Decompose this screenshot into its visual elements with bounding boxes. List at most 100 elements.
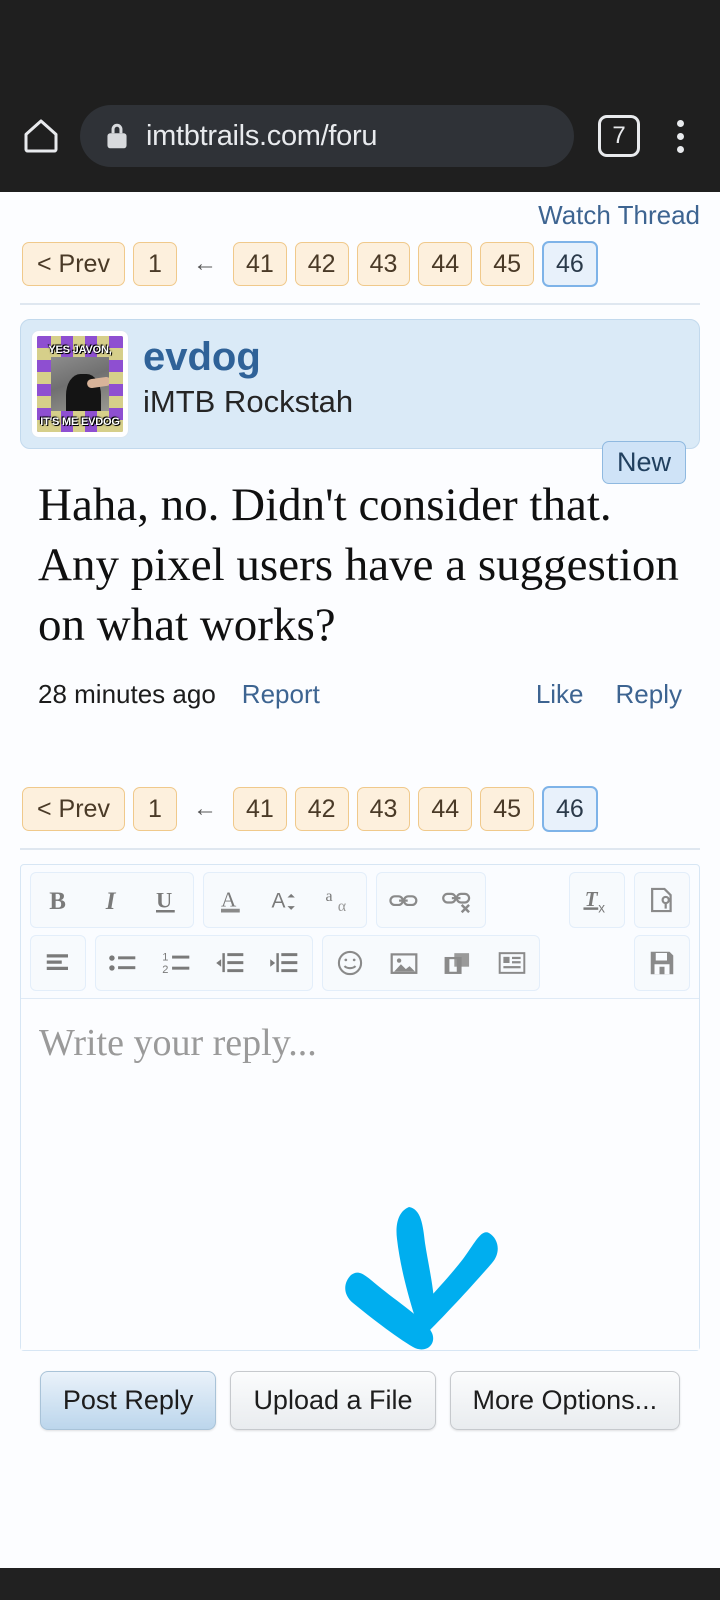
more-options-button[interactable]: More Options... [449,1371,681,1431]
reply-link[interactable]: Reply [616,679,682,710]
pagination-page-44-bottom[interactable]: 44 [418,787,473,832]
post-timestamp: 28 minutes ago [38,679,216,710]
post-header: YES JAVON, IT'S ME EVDOG evdog iMTB Rock… [20,319,700,449]
svg-text:A: A [271,890,285,913]
pagination-top: < Prev 1 ← 41 42 43 44 45 46 [20,235,700,297]
svg-text:U: U [156,888,172,913]
svg-text:A: A [221,888,237,912]
reply-textarea[interactable]: Write your reply... [21,998,699,1351]
pagination-page-43[interactable]: 43 [356,242,411,286]
post-author-title: iMTB Rockstah [143,384,354,419]
post-reply-button[interactable]: Post Reply [39,1371,217,1431]
like-link[interactable]: Like [536,679,584,710]
editor-toolbar-row-1: B I U A A aα T x [21,865,699,935]
svg-text:B: B [49,888,66,915]
watch-thread-link[interactable]: Watch Thread [538,200,700,230]
pagination-gap-arrow-icon: ← [192,250,217,277]
align-left-icon[interactable] [31,936,85,990]
upload-file-button[interactable]: Upload a File [230,1371,436,1431]
unlink-icon[interactable] [431,873,485,927]
italic-icon[interactable]: I [85,873,139,927]
forum-page: Watch Thread < Prev 1 ← 41 42 43 44 45 4… [0,192,720,1568]
toolbar-group-font: A A aα [203,872,367,929]
svg-text:a: a [325,889,332,906]
divider-top [20,303,700,305]
pagination-page-46-current[interactable]: 46 [542,241,598,287]
post-actions: Like Reply [536,679,682,710]
insert-quote-icon[interactable] [485,936,539,990]
source-tools-icon[interactable] [635,873,689,927]
numbered-list-icon[interactable]: 1 2 [150,936,204,990]
svg-text:α: α [338,899,347,916]
post-author-info: evdog iMTB Rockstah [143,330,353,422]
report-link[interactable]: Report [242,679,320,710]
pagination-page-43-bottom[interactable]: 43 [356,787,411,832]
bold-icon[interactable]: B [31,873,85,927]
post-author-username[interactable]: evdog [143,334,353,380]
pagination-page-44[interactable]: 44 [418,242,473,286]
font-size-icon[interactable]: A [258,873,312,927]
pagination-page-41-bottom[interactable]: 41 [232,787,287,832]
text-color-icon[interactable]: A [204,873,258,927]
system-navigation-bar [0,1568,720,1600]
toolbar-group-source [634,872,690,929]
pagination-page-1-bottom[interactable]: 1 [132,787,177,832]
link-icon[interactable] [377,873,431,927]
toolbar-group-text-style: B I U [30,872,194,929]
home-icon[interactable] [18,113,64,159]
pagination-page-45[interactable]: 45 [480,242,535,286]
editor-toolbar-row-2: 1 2 [21,935,699,998]
pagination-page-1[interactable]: 1 [132,242,177,286]
pagination-bottom: < Prev 1 ← 41 42 43 44 45 46 [20,780,700,842]
indent-icon[interactable] [258,936,312,990]
toolbar-group-save [634,935,690,992]
avatar[interactable]: YES JAVON, IT'S ME EVDOG [31,330,129,438]
svg-text:2: 2 [162,964,168,976]
post-bottom-spacer [20,710,700,780]
reply-placeholder-text: Write your reply... [39,1022,317,1065]
pagination-page-46-current-bottom[interactable]: 46 [542,786,598,833]
forum-post: YES JAVON, IT'S ME EVDOG evdog iMTB Rock… [20,319,700,710]
status-badge: New [601,441,686,484]
url-bar[interactable]: imtbtrails.com/foru [80,105,574,167]
browser-chrome: imtbtrails.com/foru 7 [0,0,720,192]
tab-counter-button[interactable]: 7 [598,115,640,157]
post-body-text: Haha, no. Didn't consider that. Any pixe… [38,479,679,652]
pagination-gap-arrow-icon-bottom: ← [192,795,217,823]
svg-text:1: 1 [162,952,168,964]
pagination-page-42-bottom[interactable]: 42 [294,787,349,832]
toolbar-group-link [376,872,486,929]
pagination-prev-button[interactable]: < Prev [22,242,125,286]
toolbar-group-lists: 1 2 [95,935,313,992]
bullet-list-icon[interactable] [96,936,150,990]
svg-text:I: I [105,888,117,915]
pagination-prev-button-bottom[interactable]: < Prev [22,787,125,832]
emoji-icon[interactable] [323,936,377,990]
reply-editor: B I U A A aα T x 1 2 Write your reply... [20,864,700,1352]
avatar-image: YES JAVON, IT'S ME EVDOG [37,336,123,432]
outdent-icon[interactable] [204,936,258,990]
url-text: imtbtrails.com/foru [146,119,378,152]
svg-text:x: x [598,901,605,916]
post-footer: 28 minutes ago Report Like Reply [20,655,700,710]
save-draft-icon[interactable] [635,936,689,990]
avatar-caption-bottom: IT'S ME EVDOG [40,416,120,429]
watch-thread-row: Watch Thread [20,192,700,235]
insert-image-icon[interactable] [377,936,431,990]
mobile-browser-screenshot: imtbtrails.com/foru 7 Watch Thread < Pre… [0,0,720,1600]
insert-media-icon[interactable] [431,936,485,990]
pagination-page-45-bottom[interactable]: 45 [480,787,535,832]
divider-bottom [20,848,700,851]
toolbar-group-clear: Tx [569,872,625,929]
underline-icon[interactable]: U [139,873,193,927]
avatar-caption-top: YES JAVON, [48,343,112,356]
more-vertical-icon[interactable] [658,119,702,153]
pagination-page-42[interactable]: 42 [294,242,349,286]
toolbar-group-insert [322,935,540,992]
toolbar-spacer-2 [549,935,625,991]
remove-formatting-icon[interactable]: Tx [570,873,624,927]
down-arrow-annotation [337,1199,507,1350]
pagination-page-41[interactable]: 41 [232,242,287,286]
font-family-icon[interactable]: aα [312,873,366,927]
